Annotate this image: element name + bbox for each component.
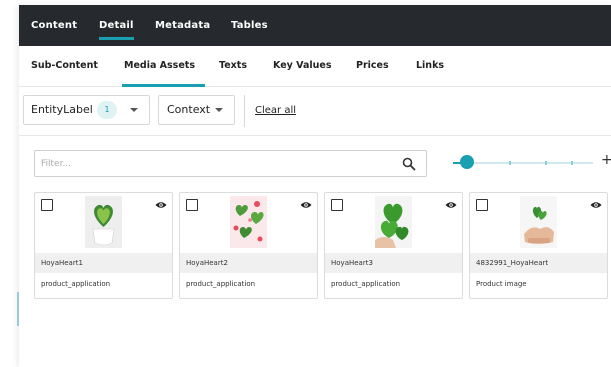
entity-count-badge: 1 (97, 101, 117, 119)
context-label-text: Context (167, 103, 211, 116)
zoom-slider-tick (571, 161, 573, 165)
eye-icon[interactable] (590, 201, 602, 209)
asset-name: HoyaHeart2 (180, 253, 317, 273)
tab-texts[interactable]: Texts (219, 46, 247, 86)
media-asset-card[interactable]: 4832991_HoyaHeart Product image (469, 192, 608, 299)
eye-icon[interactable] (445, 201, 457, 209)
tab-key-values[interactable]: Key Values (273, 46, 332, 86)
asset-name: HoyaHeart3 (325, 253, 462, 273)
asset-type: product_application (331, 280, 401, 288)
sub-tab-bar: Sub-Content Media Assets Texts Key Value… (19, 46, 611, 87)
entity-label-text: EntityLabel (31, 103, 93, 116)
tab-links[interactable]: Links (416, 46, 444, 86)
hands-with-cutting-thumbnail (520, 196, 557, 248)
media-panel: Content Detail Metadata Tables Sub-Conte… (19, 5, 611, 367)
tab-metadata[interactable]: Metadata (155, 5, 210, 46)
zoom-slider-tick (509, 161, 511, 165)
top-tab-bar: Content Detail Metadata Tables (19, 5, 611, 46)
zoom-slider[interactable]: + (453, 152, 611, 173)
select-checkbox[interactable] (41, 199, 53, 211)
tab-content[interactable]: Content (31, 5, 77, 46)
asset-type: product_application (186, 280, 256, 288)
clear-all-link[interactable]: Clear all (255, 87, 296, 135)
select-checkbox[interactable] (331, 199, 343, 211)
search-icon[interactable] (402, 157, 416, 171)
media-asset-card[interactable]: HoyaHeart3 product_application (324, 192, 463, 299)
search-input[interactable] (41, 151, 381, 176)
potted-heart-plant-thumbnail (85, 196, 122, 248)
asset-name: HoyaHeart1 (35, 253, 172, 273)
media-asset-card[interactable]: HoyaHeart1 product_application (34, 192, 173, 299)
chevron-down-icon (130, 108, 138, 112)
filter-bar: EntityLabel 1 Context Clear all (19, 87, 611, 136)
tab-prices[interactable]: Prices (356, 46, 389, 86)
eye-icon[interactable] (155, 201, 167, 209)
media-asset-card[interactable]: HoyaHeart2 product_application (179, 192, 318, 299)
zoom-slider-handle[interactable] (460, 155, 474, 169)
context-dropdown[interactable]: Context (158, 95, 235, 125)
select-checkbox[interactable] (186, 199, 198, 211)
zoom-in-icon[interactable]: + (601, 152, 611, 168)
asset-type: product_application (41, 280, 111, 288)
tab-tables[interactable]: Tables (231, 5, 268, 46)
asset-name: 4832991_HoyaHeart (470, 253, 607, 273)
tab-sub-content[interactable]: Sub-Content (31, 46, 98, 86)
hearts-on-pink-thumbnail (230, 196, 267, 248)
filter-search-field[interactable] (34, 150, 427, 177)
tab-detail[interactable]: Detail (99, 5, 134, 46)
eye-icon[interactable] (300, 201, 312, 209)
chevron-down-icon (215, 108, 223, 112)
hand-holding-leaves-thumbnail (375, 196, 412, 248)
entity-label-dropdown[interactable]: EntityLabel 1 (23, 95, 150, 125)
tab-media-assets[interactable]: Media Assets (122, 46, 205, 87)
filter-divider (244, 95, 245, 127)
zoom-slider-tick (545, 161, 547, 165)
asset-type: Product image (476, 280, 527, 288)
select-checkbox[interactable] (476, 199, 488, 211)
